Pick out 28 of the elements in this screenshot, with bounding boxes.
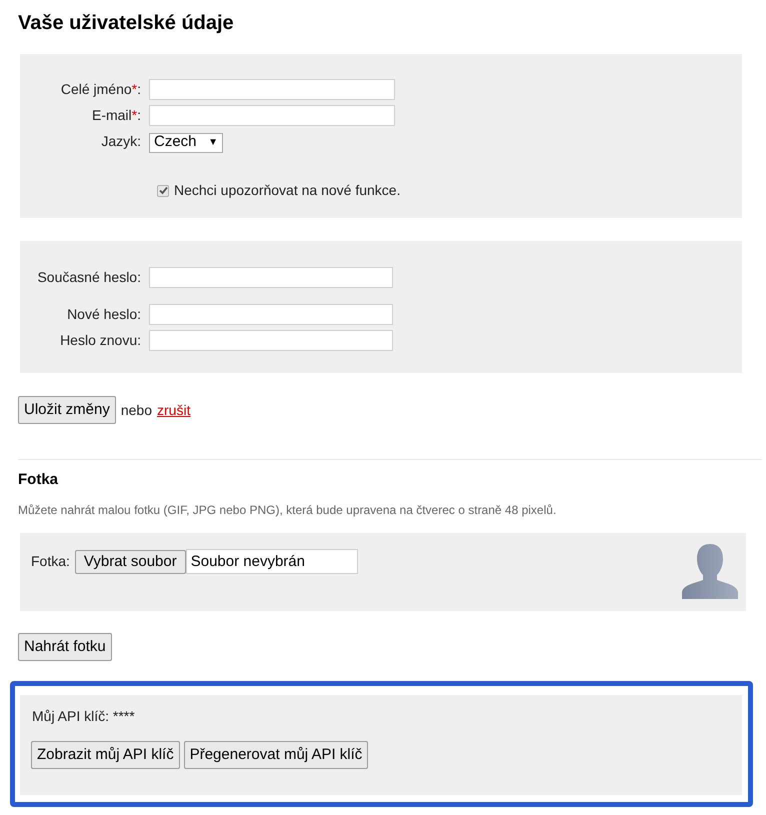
checkbox-label: Nechci upozorňovat na nové funkce. (174, 181, 400, 200)
api-button[interactable]: Zobrazit můj API klíč (31, 741, 180, 769)
or-text: nebo (120, 400, 152, 420)
choose-file-button[interactable]: Vybrat soubor (74, 550, 186, 574)
text-input[interactable] (149, 78, 395, 100)
field-label: Současné heslo: (36, 268, 142, 286)
upload-button[interactable]: Nahrát fotku (18, 633, 112, 661)
save-button[interactable]: Uložit změny (18, 396, 116, 424)
language-select[interactable]: Czech ▼ (149, 132, 223, 152)
password-input[interactable] (149, 266, 393, 288)
avatar-icon (682, 544, 738, 599)
cancel-link[interactable]: zrušit (157, 400, 190, 420)
field-label: Heslo znovu: (59, 330, 142, 350)
text-input[interactable] (149, 104, 395, 126)
description-text: Můžete nahrát malou fotku (GIF, JPG nebo PNG), která bude upravena na čtverec o straně 48 pixelů. (18, 502, 556, 519)
api-key-text: Můj API klíč: **** (32, 707, 135, 726)
page-title: Vaše uživatelské údaje (18, 11, 234, 36)
field-label: E-mail*: (90, 106, 142, 124)
section-heading: Fotka (18, 470, 58, 490)
api-button[interactable]: Přegenerovat můj API klíč (184, 741, 368, 769)
checkbox[interactable] (157, 184, 169, 196)
password-input[interactable] (149, 330, 393, 350)
field-label: Jazyk: (100, 132, 142, 151)
password-input[interactable] (149, 304, 393, 324)
field-label: Nové heslo: (66, 304, 142, 324)
file-status: Soubor nevybrán (186, 549, 358, 574)
field-label: Fotka: (31, 552, 70, 571)
field-label: Celé jméno*: (60, 80, 142, 99)
